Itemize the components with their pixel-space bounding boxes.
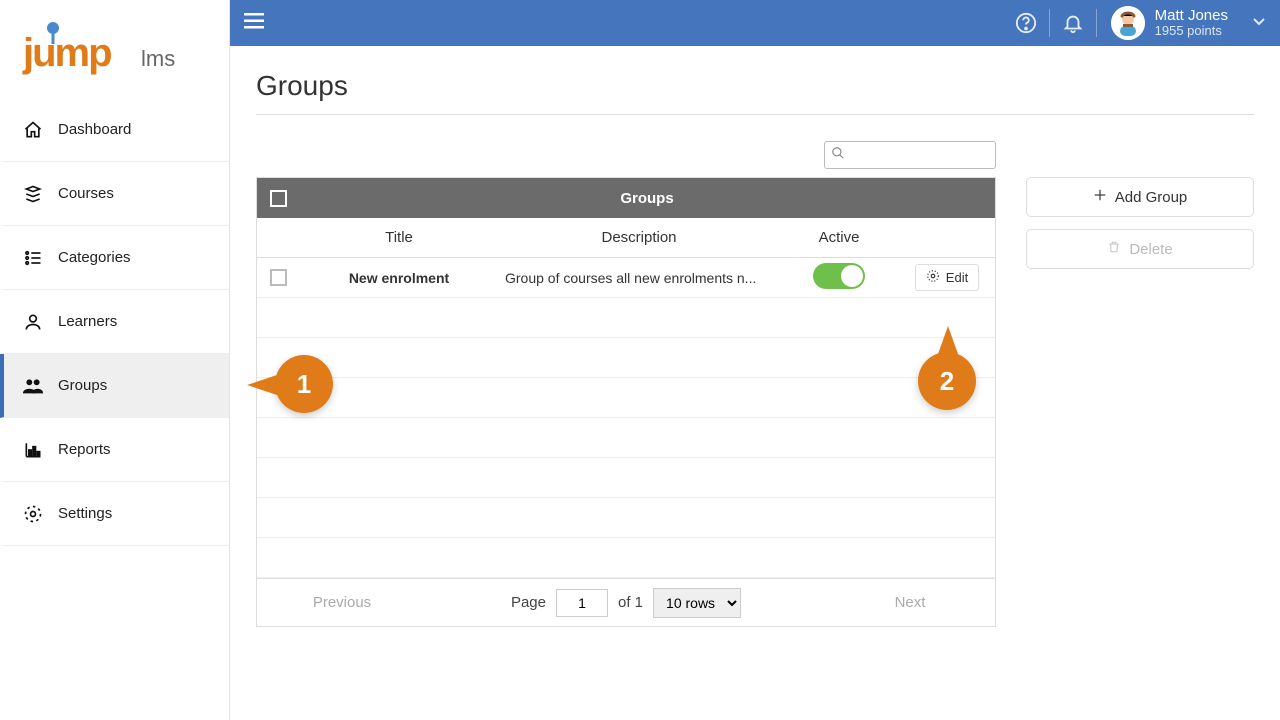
svg-text:lms: lms [141, 46, 175, 71]
row-title: New enrolment [299, 270, 499, 286]
table-columns: Title Description Active [257, 218, 995, 258]
search-input[interactable] [845, 148, 989, 163]
actions-column: Add Group Delete [1026, 141, 1254, 269]
edit-label: Edit [946, 270, 968, 285]
groups-table-wrap: Groups Title Description Active New enro… [256, 141, 996, 627]
user-menu[interactable]: Matt Jones 1955 points [1101, 6, 1266, 40]
select-all-checkbox[interactable] [270, 190, 287, 207]
user-name: Matt Jones [1155, 7, 1228, 24]
col-title[interactable]: Title [299, 229, 499, 246]
sidebar-item-label: Dashboard [58, 121, 131, 138]
help-icon[interactable] [1007, 0, 1045, 46]
menu-toggle-icon[interactable] [244, 12, 264, 35]
brand-logo: jump lms [0, 0, 229, 98]
table-header-bar: Groups [257, 178, 995, 218]
table-row [257, 378, 995, 418]
search-input-wrap[interactable] [824, 141, 996, 169]
content: Groups Groups [230, 46, 1280, 720]
table-row [257, 298, 995, 338]
col-active[interactable]: Active [779, 229, 899, 246]
gear-icon [926, 269, 940, 286]
next-button[interactable]: Next [825, 594, 995, 611]
edit-button[interactable]: Edit [915, 264, 979, 291]
sidebar-item-categories[interactable]: Categories [0, 226, 229, 290]
sidebar-item-dashboard[interactable]: Dashboard [0, 98, 229, 162]
sidebar-item-learners[interactable]: Learners [0, 290, 229, 354]
delete-button[interactable]: Delete [1026, 229, 1254, 269]
annotation-callout-1: 1 [275, 355, 333, 413]
sidebar-item-label: Reports [58, 441, 111, 458]
add-group-button[interactable]: Add Group [1026, 177, 1254, 217]
user-points: 1955 points [1155, 24, 1228, 39]
page-title: Groups [256, 70, 1254, 102]
table-row: New enrolment Group of courses all new e… [257, 258, 995, 298]
delete-label: Delete [1129, 241, 1172, 258]
list-icon [22, 247, 44, 269]
prev-button[interactable]: Previous [257, 594, 427, 611]
stack-icon [22, 183, 44, 205]
annotation-callout-2: 2 [918, 352, 976, 410]
sidebar-item-settings[interactable]: Settings [0, 482, 229, 546]
bell-icon[interactable] [1054, 0, 1092, 46]
plus-icon [1093, 188, 1107, 206]
topbar: Matt Jones 1955 points [230, 0, 1280, 46]
sidebar-item-label: Settings [58, 505, 112, 522]
row-description: Group of courses all new enrolments n... [499, 270, 779, 286]
table-row [257, 538, 995, 578]
table-title: Groups [299, 190, 995, 207]
group-icon [22, 375, 44, 397]
table-row [257, 458, 995, 498]
search-icon [831, 146, 845, 165]
bars-icon [22, 439, 44, 461]
pagination: Previous Page of 1 10 rows Next [256, 579, 996, 627]
page-label: Page [511, 594, 546, 611]
trash-icon [1107, 240, 1121, 258]
sidebar-item-label: Categories [58, 249, 131, 266]
sidebar-item-reports[interactable]: Reports [0, 418, 229, 482]
page-input[interactable] [556, 589, 608, 617]
chevron-down-icon [1252, 14, 1266, 32]
active-toggle[interactable] [813, 263, 865, 289]
row-checkbox[interactable] [270, 269, 287, 286]
sidebar: jump lms Dashboard Courses Ca [0, 0, 230, 720]
add-group-label: Add Group [1115, 189, 1188, 206]
divider [256, 114, 1254, 115]
gear-icon [22, 503, 44, 525]
sidebar-item-label: Learners [58, 313, 117, 330]
groups-table: Groups Title Description Active New enro… [256, 177, 996, 579]
main-area: Matt Jones 1955 points Groups [230, 0, 1280, 720]
table-row [257, 498, 995, 538]
person-icon [22, 311, 44, 333]
sidebar-item-groups[interactable]: Groups [0, 354, 229, 418]
sidebar-nav: Dashboard Courses Categories Learners [0, 98, 229, 546]
avatar [1111, 6, 1145, 40]
col-description[interactable]: Description [499, 229, 779, 246]
page-of: of 1 [618, 594, 643, 611]
table-row [257, 418, 995, 458]
rows-select[interactable]: 10 rows [653, 588, 741, 618]
sidebar-item-label: Groups [58, 377, 107, 394]
sidebar-item-label: Courses [58, 185, 114, 202]
svg-text:jump: jump [22, 31, 111, 75]
sidebar-item-courses[interactable]: Courses [0, 162, 229, 226]
home-icon [22, 119, 44, 141]
table-row [257, 338, 995, 378]
